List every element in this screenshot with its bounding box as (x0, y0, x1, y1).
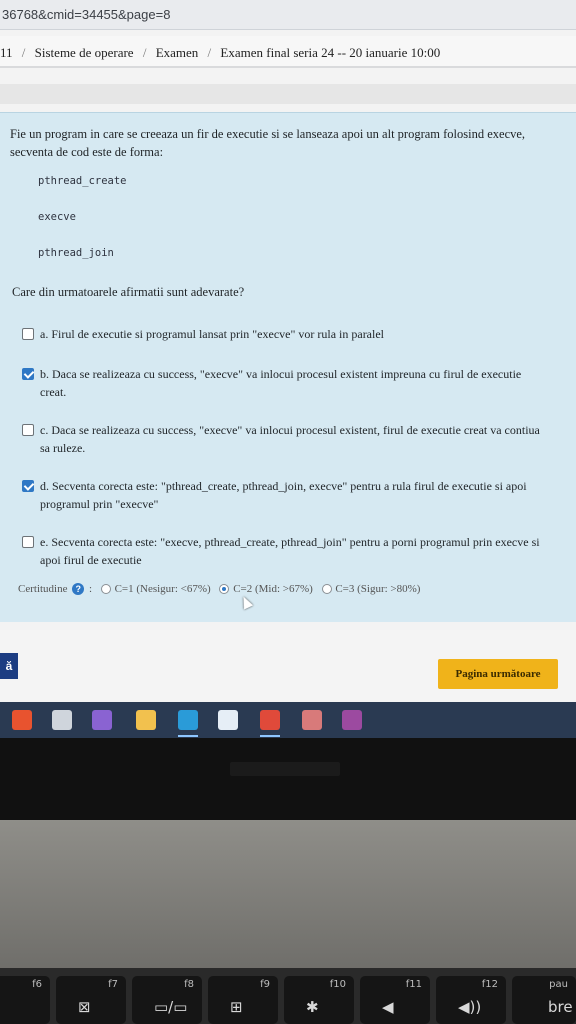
code-line-pthread-create: pthread_create (38, 175, 127, 187)
answer-a-label: a. Firul de executie si programul lansat… (40, 327, 385, 341)
office-icon[interactable] (12, 710, 32, 730)
answer-e-label: e. Secventa corecta este: "execve, pthre… (40, 535, 540, 567)
key-f12[interactable]: f12 ◀)) (436, 976, 506, 1024)
spacer-band (0, 84, 576, 104)
breadcrumb-item-exam[interactable]: Examen (156, 45, 199, 60)
certitude-2-radio[interactable] (219, 584, 230, 595)
certitude-2-label[interactable]: C=2 (Mid: >67%) (233, 583, 313, 595)
certitude-colon: : (89, 583, 93, 596)
laptop-deck (0, 820, 576, 970)
key-f6[interactable]: f6 (0, 976, 50, 1024)
volume-down-icon: ◀ (382, 998, 394, 1016)
answer-c-checkbox[interactable] (22, 424, 34, 436)
breadcrumb-separator: / (142, 45, 147, 60)
answer-b-checkbox[interactable] (22, 368, 34, 380)
certitude-3-label[interactable]: C=3 (Sigur: >80%) (335, 583, 420, 595)
app-icon[interactable] (218, 710, 238, 730)
certitude-row: Certitudine ? : C=1 (Nesigur: <67%) C=2 … (18, 583, 568, 596)
monitor-screen: 36768&cmid=34455&page=8 11 / Sisteme de … (0, 0, 576, 738)
question-prompt: Care din urmatoarele afirmatii sunt adev… (12, 285, 245, 299)
help-icon[interactable]: ? (72, 583, 85, 596)
code-line-pthread-join: pthread_join (38, 247, 114, 259)
key-f9[interactable]: f9 ⊞ (208, 976, 278, 1024)
key-f8[interactable]: f8 ▭/▭ (132, 976, 202, 1024)
certitude-1-radio[interactable] (100, 584, 111, 595)
certitude-1-label[interactable]: C=1 (Nesigur: <67%) (115, 583, 211, 595)
file-explorer-icon[interactable] (136, 710, 156, 730)
address-bar[interactable]: 36768&cmid=34455&page=8 (0, 0, 576, 30)
bezel-logo (230, 762, 340, 776)
breadcrumb: 11 / Sisteme de operare / Examen / Exame… (0, 36, 576, 68)
key-f11[interactable]: f11 ◀ (360, 976, 430, 1024)
breadcrumb-separator: / (207, 45, 212, 60)
key-pause-break-glyph: bre (548, 998, 573, 1016)
key-pause-break[interactable]: pau bre (512, 976, 576, 1024)
display-switch-icon: ▭/▭ (154, 998, 188, 1016)
monitor-bezel (0, 738, 576, 820)
url-text: 36768&cmid=34455&page=8 (2, 7, 171, 22)
question-card: Fie un program in care se creeaza un fir… (0, 112, 576, 622)
store-icon[interactable] (52, 710, 72, 730)
question-text: Fie un program in care se creeaza un fir… (10, 127, 526, 159)
winrar-icon[interactable] (342, 710, 362, 730)
code-line-execve: execve (38, 211, 76, 223)
next-page-button[interactable]: Pagina următoare (438, 659, 558, 689)
answer-a-checkbox[interactable] (22, 328, 34, 340)
chrome-icon[interactable] (260, 710, 280, 730)
key-f7[interactable]: f7 ⊠ (56, 976, 126, 1024)
key-f10[interactable]: f10 ✱ (284, 976, 354, 1024)
close-window-icon: ⊠ (78, 998, 91, 1016)
running-app-indicator (260, 735, 280, 737)
brightness-icon: ✱ (306, 998, 319, 1016)
answer-d-label: d. Secventa corecta este: "pthread_creat… (40, 479, 527, 511)
breadcrumb-item-quiz[interactable]: Examen final seria 24 -- 20 ianuarie 10:… (220, 45, 440, 60)
breadcrumb-item-course-id[interactable]: 11 (0, 45, 13, 60)
taskbar (0, 702, 576, 738)
answer-b-label: b. Daca se realizeaza cu success, "execv… (40, 367, 522, 399)
answer-c-label: c. Daca se realizeaza cu success, "execv… (40, 423, 540, 455)
edge-icon[interactable] (178, 710, 198, 730)
certitude-label: Certitudine (18, 583, 68, 596)
previous-page-button[interactable]: ă (0, 653, 18, 679)
touchpad-icon: ⊞ (230, 998, 243, 1016)
breadcrumb-item-course[interactable]: Sisteme de operare (35, 45, 134, 60)
visual-studio-icon[interactable] (92, 710, 112, 730)
app2-icon[interactable] (302, 710, 322, 730)
active-app-indicator (178, 735, 198, 737)
breadcrumb-separator: / (21, 45, 26, 60)
answer-e-checkbox[interactable] (22, 536, 34, 548)
volume-up-icon: ◀)) (458, 998, 482, 1016)
answer-d-checkbox[interactable] (22, 480, 34, 492)
certitude-3-radio[interactable] (321, 584, 332, 595)
